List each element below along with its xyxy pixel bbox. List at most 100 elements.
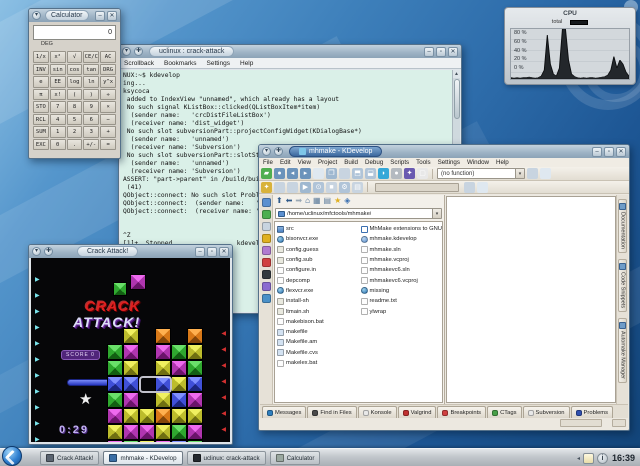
menu-item[interactable]: Help: [240, 60, 253, 67]
chevron-down-icon[interactable]: ▾: [515, 169, 524, 178]
minimize-button[interactable]: –: [95, 10, 105, 21]
right-dock-tab[interactable]: Documentation: [618, 199, 627, 253]
file-item[interactable]: mhmakevc6.vcproj: [360, 275, 443, 285]
window-menu-icon[interactable]: ▾: [122, 47, 131, 56]
menu-item[interactable]: Debug: [365, 159, 383, 167]
kdevelop-window[interactable]: ▾ ✚ mhmake - KDevelop – ▫ ✕ File Edit View…: [258, 144, 630, 431]
close-button[interactable]: ✕: [219, 246, 229, 257]
up-icon[interactable]: ⬆: [276, 196, 283, 206]
home-icon[interactable]: ⌂: [305, 196, 310, 206]
maximize-button[interactable]: ▫: [207, 246, 217, 257]
calculator-key[interactable]: +: [100, 126, 116, 138]
forward-icon[interactable]: ▸: [300, 168, 311, 179]
calculator-key[interactable]: ): [83, 88, 100, 100]
file-item[interactable]: config.guess: [277, 245, 359, 255]
menu-item[interactable]: Tools: [416, 159, 430, 167]
calculator-titlebar[interactable]: ▾ Calculator – ✕: [29, 9, 120, 22]
minimize-button[interactable]: –: [592, 146, 602, 157]
file-item[interactable]: bisonvcr.exe: [277, 234, 359, 244]
calculator-key[interactable]: cos: [66, 63, 83, 75]
menu-item[interactable]: Project: [318, 159, 337, 167]
file-item[interactable]: mhmake.vcproj: [360, 255, 443, 265]
class-browser-tab-icon[interactable]: [261, 210, 271, 219]
menu-item[interactable]: Scrollback: [124, 60, 154, 67]
bottom-dock-tab[interactable]: CTags: [487, 406, 522, 418]
calculator-key[interactable]: e: [33, 76, 49, 88]
documents-icon[interactable]: ▤: [352, 181, 363, 193]
file-list-tab-icon[interactable]: [261, 222, 271, 231]
filter-icon[interactable]: ◈: [344, 196, 350, 206]
calculator-key[interactable]: STO: [33, 101, 49, 113]
minimize-button[interactable]: –: [195, 246, 205, 257]
calculator-key[interactable]: 6: [83, 113, 100, 125]
calculator-key[interactable]: ×: [100, 101, 116, 113]
bookmarks-tab-icon[interactable]: [261, 234, 271, 243]
file-item[interactable]: Makefile.cvs: [277, 348, 359, 358]
game-canvas[interactable]: CRACK ATTACK! SCORE 0 ★ 0:29 ▶ ▶ ▶ ▶ ▶ ▶ ▶ ▶ ▶ ▶ ▶…: [31, 258, 230, 442]
calculator-key[interactable]: √: [66, 51, 83, 63]
klipper-icon[interactable]: [582, 452, 594, 464]
paste-icon[interactable]: [339, 168, 350, 179]
file-item[interactable]: Makefile.am: [277, 337, 359, 347]
crack-attack-window[interactable]: ▾ ✚ Crack Attack! – ▫ ✕ CRACK ATTACK! SC…: [28, 244, 233, 445]
stop-icon[interactable]: ●: [391, 168, 402, 179]
right-dock-tab[interactable]: Automake Manager: [618, 318, 627, 384]
cpu-monitor-widget[interactable]: CPU total 80 % 60 % 40 % 20 % 0 %: [504, 7, 636, 85]
file-list[interactable]: src bisonvcr.exe config.guess config.sub…: [274, 221, 443, 403]
calculator-key[interactable]: +/-: [83, 138, 100, 150]
compile-file-icon[interactable]: [287, 181, 298, 193]
rebuild-icon[interactable]: [274, 181, 285, 193]
forward-icon[interactable]: ➡: [295, 196, 302, 206]
raise-editor-icon[interactable]: ▢: [417, 168, 428, 179]
game-titlebar[interactable]: ▾ ✚ Crack Attack! – ▫ ✕: [29, 245, 232, 258]
save-icon[interactable]: [313, 168, 324, 179]
calculator-key[interactable]: 0: [49, 138, 66, 150]
file-item[interactable]: mhmake.kdevelop: [360, 234, 443, 244]
editor-area[interactable]: [446, 196, 616, 403]
menu-item[interactable]: File: [263, 159, 273, 167]
short-view-icon[interactable]: ▦: [313, 196, 321, 206]
kdevelop-titlebar[interactable]: ▾ ✚ mhmake - KDevelop – ▫ ✕: [259, 145, 629, 158]
file-item[interactable]: install-sh: [277, 296, 359, 306]
back-icon[interactable]: ◂: [287, 168, 298, 179]
doc-tree-tab-icon[interactable]: [261, 294, 271, 303]
next-error-icon[interactable]: [464, 181, 475, 193]
calculator-key[interactable]: 1: [49, 126, 66, 138]
menu-item[interactable]: Edit: [280, 159, 291, 167]
bottom-dock-tab[interactable]: Find in Files: [307, 406, 357, 418]
file-selector-tab-icon[interactable]: [261, 198, 271, 207]
bottom-dock-tab[interactable]: Problems: [570, 406, 614, 418]
calculator-key[interactable]: x²: [49, 51, 66, 63]
menu-item[interactable]: Bookmarks: [164, 60, 197, 67]
debug-icon[interactable]: ⊙: [313, 181, 324, 193]
calculator-key[interactable]: x!: [49, 88, 66, 100]
annotate-icon[interactable]: ◗: [378, 168, 389, 179]
function-selector-combo[interactable]: (no function) ▾: [437, 168, 525, 179]
file-item[interactable]: makelex.bat: [277, 358, 359, 368]
konsole-tab-icon[interactable]: [261, 270, 271, 279]
window-menu-icon[interactable]: ▾: [32, 11, 41, 20]
prev-error-icon[interactable]: [477, 181, 488, 193]
file-item[interactable]: config.sub: [277, 255, 359, 265]
calculator-key[interactable]: AC: [100, 51, 116, 63]
add-bookmark-icon[interactable]: [540, 168, 551, 179]
close-button[interactable]: ✕: [448, 46, 458, 57]
calculator-key[interactable]: SUM: [33, 126, 49, 138]
right-dock-tab[interactable]: Code Snippets: [618, 259, 627, 313]
calculator-key[interactable]: 8: [66, 101, 83, 113]
calculator-key[interactable]: 4: [49, 113, 66, 125]
menu-item[interactable]: Help: [496, 159, 509, 167]
file-item[interactable]: ltmain.sh: [277, 306, 359, 316]
calculator-key[interactable]: ln: [83, 76, 100, 88]
detailed-view-icon[interactable]: ▤: [324, 196, 332, 206]
split-vertical-icon[interactable]: ⬓: [365, 168, 376, 179]
calculator-key[interactable]: EXC: [33, 138, 49, 150]
maximize-button[interactable]: ▫: [436, 46, 446, 57]
build-icon[interactable]: ✦: [261, 181, 272, 193]
breakpoints-tab-icon[interactable]: [261, 258, 271, 267]
file-item[interactable]: configure.in: [277, 265, 359, 275]
bottom-dock-tab[interactable]: Breakpoints: [437, 406, 487, 418]
app-launcher-button[interactable]: [2, 446, 22, 466]
bookmark-icon[interactable]: ★: [334, 196, 341, 206]
chevron-down-icon[interactable]: ▾: [432, 209, 441, 218]
